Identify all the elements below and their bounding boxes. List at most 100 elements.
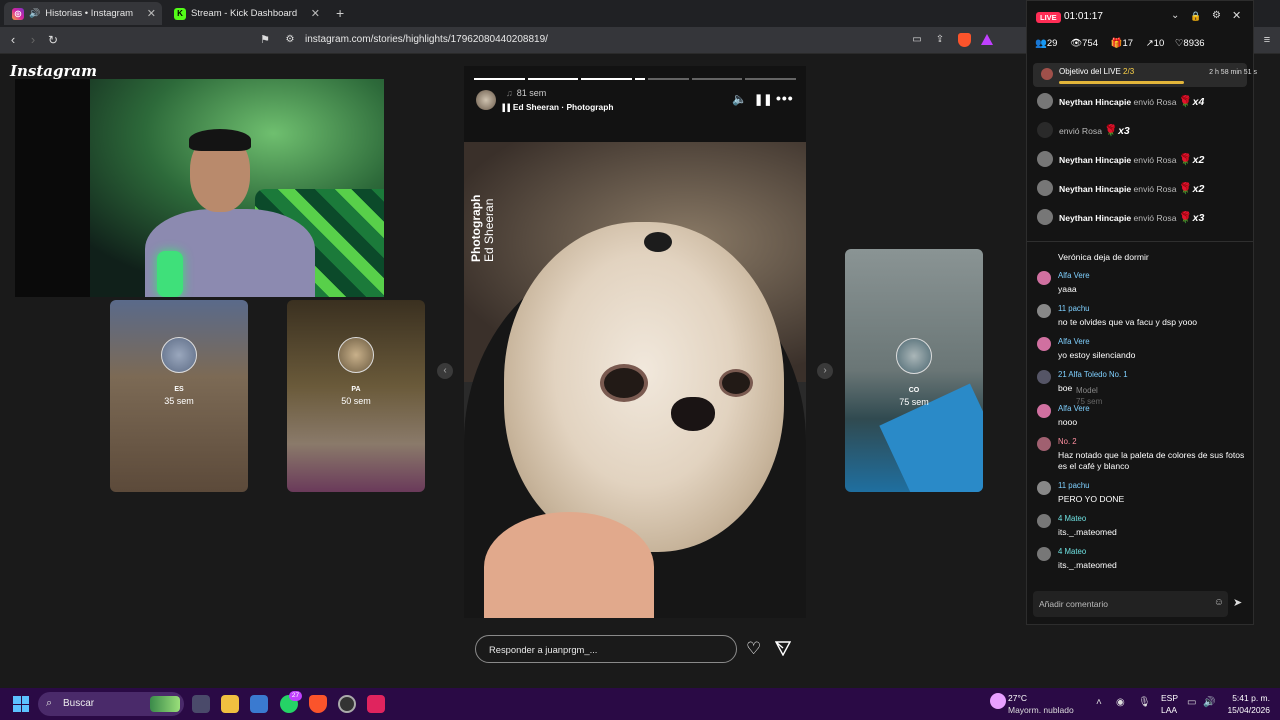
wifi-icon[interactable]: ▭: [1187, 697, 1196, 708]
windows-start-icon[interactable]: [13, 696, 29, 712]
menu-icon[interactable]: ≡: [1260, 33, 1274, 47]
reply-placeholder: Responder a juanprgm_...: [489, 644, 598, 655]
live-badge: LIVE: [1036, 12, 1061, 23]
url-field[interactable]: instagram.com/stories/highlights/1796208…: [305, 34, 548, 45]
language-label[interactable]: ESP: [1161, 693, 1178, 703]
card-age: 75 sem: [899, 397, 929, 407]
like-icon[interactable]: ♡: [746, 639, 761, 659]
task-view-icon[interactable]: [192, 695, 210, 713]
volume-icon[interactable]: 🔊: [1203, 697, 1215, 708]
brave-shield-icon[interactable]: [958, 33, 971, 47]
tab-kick[interactable]: K Stream - Kick Dashboard ✕: [166, 2, 326, 25]
instagram-favicon-icon: ◎: [12, 7, 24, 20]
avatar: [1037, 209, 1053, 225]
back-button[interactable]: ‹: [6, 33, 20, 47]
more-options-icon[interactable]: •••: [776, 90, 794, 106]
tiktok-icon[interactable]: [367, 695, 385, 713]
story-song[interactable]: Ed Sheeran · Photograph: [513, 102, 614, 112]
rose-icon: 🌹: [1104, 125, 1119, 137]
pause-icon[interactable]: ❚❚: [754, 93, 772, 106]
story-card-co[interactable]: CO 75 sem: [845, 249, 983, 492]
language-region[interactable]: LAA: [1161, 705, 1177, 715]
active-story[interactable]: ♫ 81 sem ▐▐ Ed Sheeran · Photograph 🔈 ❚❚ •…: [464, 66, 806, 618]
share-icon[interactable]: ⇪: [933, 33, 947, 47]
live-goal[interactable]: Objetivo del LIVE 2/3 2 h 58 min 51 s: [1033, 63, 1257, 87]
comment-placeholder: Añadir comentario: [1039, 599, 1108, 609]
send-icon[interactable]: [775, 641, 791, 656]
mute-icon[interactable]: 🔈: [732, 92, 747, 106]
goal-progress-fill: [1059, 81, 1184, 84]
story-author-avatar[interactable]: [476, 90, 496, 110]
story-avatar: [896, 338, 932, 374]
audio-icon: 🔊: [29, 8, 41, 18]
dog-nose: [671, 397, 715, 431]
story-age: 81 sem: [516, 88, 547, 98]
store-icon[interactable]: [250, 695, 268, 713]
kick-favicon-icon: K: [174, 7, 186, 20]
gift-row: Neythan Hincapie envió Rosa 🌹x3: [1037, 208, 1247, 226]
forward-button[interactable]: ›: [26, 33, 40, 47]
goal-count: 2/3: [1123, 67, 1135, 76]
weather-desc[interactable]: Mayorm. nublado: [1008, 705, 1074, 715]
brave-rewards-icon[interactable]: [981, 34, 993, 45]
gift-row: Neythan Hincapie envió Rosa 🌹x2: [1037, 150, 1247, 168]
stat-gifts: 17: [1122, 38, 1134, 49]
brave-browser-icon[interactable]: [309, 695, 327, 713]
rose-icon: 🌹: [1178, 154, 1193, 166]
avatar: [1037, 271, 1051, 285]
microphone-icon: [157, 251, 183, 297]
music-note-icon: ♫: [506, 88, 513, 98]
avatar: [1037, 404, 1051, 418]
cast-icon[interactable]: ▭: [910, 33, 924, 47]
mic-tray-icon[interactable]: 🎙: [1138, 697, 1151, 708]
avatar: [1037, 370, 1051, 384]
avatar: [1037, 437, 1051, 451]
new-tab-button[interactable]: +: [336, 5, 344, 21]
collapse-icon[interactable]: ⌄: [1171, 10, 1179, 21]
taskbar-search[interactable]: ⌕ Buscar: [38, 692, 184, 716]
lock-icon[interactable]: 🔒: [1190, 11, 1201, 22]
clock-date[interactable]: 15/04/2026: [1226, 705, 1270, 715]
dark-doorway: [15, 79, 90, 297]
weather-temp[interactable]: 27°C: [1008, 693, 1027, 703]
reply-input[interactable]: Responder a juanprgm_...: [475, 635, 737, 663]
overlay-age: 75 sem: [1076, 397, 1103, 406]
stat-likes: 8936: [1183, 38, 1205, 49]
file-explorer-icon[interactable]: [221, 695, 239, 713]
obs-icon[interactable]: [338, 695, 356, 713]
rose-icon: 🌹: [1178, 183, 1193, 195]
bookmark-icon[interactable]: ⚑: [258, 33, 272, 47]
story-card-es[interactable]: ES 35 sem: [110, 300, 248, 492]
tray-expand-icon[interactable]: ˄: [1096, 697, 1102, 708]
story-avatar: [338, 337, 374, 373]
goal-label: Objetivo del LIVE: [1059, 67, 1121, 76]
live-stats: 👥29 👁754 🎁17 ↗10 ♡8936: [1035, 38, 1205, 49]
comment-input[interactable]: Añadir comentario ☺: [1033, 591, 1228, 617]
reload-button[interactable]: ↻: [46, 33, 60, 47]
gift-row: envió Rosa 🌹x3: [1037, 121, 1247, 139]
settings-icon[interactable]: ⚙: [1212, 10, 1221, 21]
weather-icon: [990, 693, 1006, 709]
story-card-pa[interactable]: PA 50 sem: [287, 300, 425, 492]
card-age: 35 sem: [164, 396, 194, 406]
rose-icon: 🌹: [1178, 212, 1193, 224]
windows-taskbar: ⌕ Buscar 27 27°C Mayorm. nublado ˄ ◉ 🎙 E…: [0, 688, 1280, 720]
site-info-icon[interactable]: ⚙: [283, 33, 297, 47]
equalizer-icon: ▐▐: [500, 105, 510, 112]
next-story-button[interactable]: ›: [817, 363, 833, 379]
close-tab-icon[interactable]: ✕: [311, 7, 320, 20]
emoji-icon[interactable]: ☺: [1214, 597, 1224, 608]
close-panel-icon[interactable]: ✕: [1232, 9, 1241, 22]
eye-icon: 👁: [1070, 38, 1083, 49]
gift-row: Neythan Hincapie envió Rosa 🌹x4: [1037, 92, 1247, 110]
tab-instagram[interactable]: ◎ 🔊 Historias • Instagram ✕: [4, 2, 162, 25]
stat-views: 754: [1082, 38, 1098, 49]
send-comment-icon[interactable]: ➤: [1233, 596, 1242, 609]
previous-story-button[interactable]: ‹: [437, 363, 453, 379]
instagram-logo[interactable]: Instagram: [10, 62, 97, 80]
clock-time[interactable]: 5:41 p. m.: [1226, 693, 1270, 703]
network-tray-icon[interactable]: ◉: [1116, 697, 1125, 708]
goal-time-left: 2 h 58 min 51 s: [1209, 69, 1257, 76]
close-tab-icon[interactable]: ✕: [147, 7, 156, 20]
person-hair: [189, 129, 251, 151]
